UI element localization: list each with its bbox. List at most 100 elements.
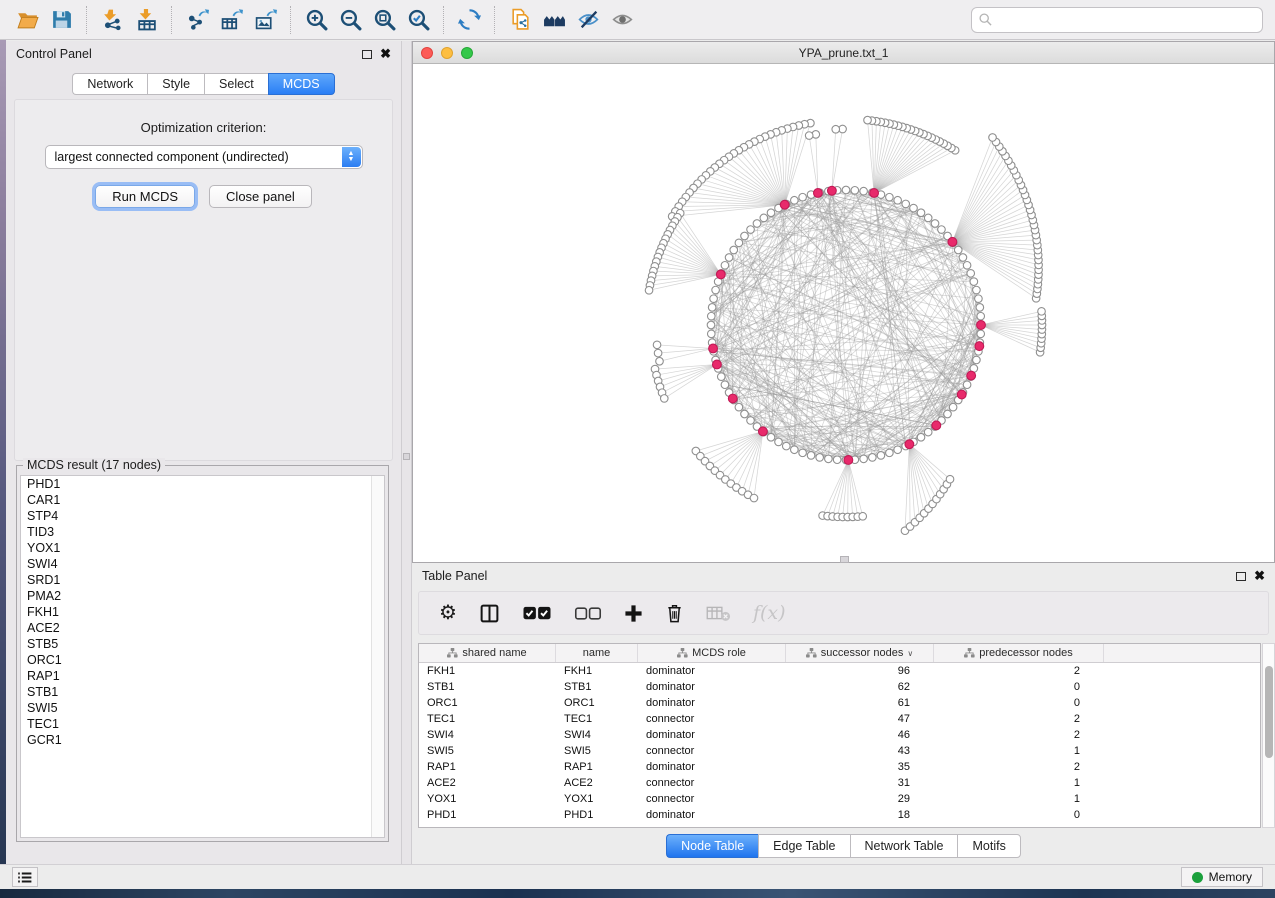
table-cell: 61 xyxy=(786,695,934,711)
table-row[interactable]: RAP1RAP1dominator352 xyxy=(419,759,1260,775)
table-row[interactable]: STB1STB1dominator620 xyxy=(419,679,1260,695)
tab-network-table[interactable]: Network Table xyxy=(850,834,958,858)
tab-select[interactable]: Select xyxy=(204,73,268,95)
mcds-result-item[interactable]: STB1 xyxy=(21,684,384,700)
main-toolbar xyxy=(0,0,1275,40)
clear-row-selection-button[interactable] xyxy=(574,605,602,622)
table-row[interactable]: ORC1ORC1dominator610 xyxy=(419,695,1260,711)
column-header-successor-nodes[interactable]: successor nodes∨ xyxy=(786,644,934,662)
mcds-result-item[interactable]: CAR1 xyxy=(21,492,384,508)
add-column-button[interactable] xyxy=(624,604,643,623)
close-table-panel-icon[interactable]: ✖ xyxy=(1254,571,1265,581)
delete-column-button[interactable] xyxy=(665,603,684,624)
mcds-result-item[interactable]: SWI5 xyxy=(21,700,384,716)
toolbar-separator xyxy=(494,6,495,34)
column-header-name[interactable]: name xyxy=(556,644,638,662)
open-file-button[interactable] xyxy=(10,4,44,36)
mcds-result-item[interactable]: PHD1 xyxy=(21,476,384,492)
table-row[interactable]: YOX1YOX1connector291 xyxy=(419,791,1260,807)
search-box xyxy=(971,7,1263,33)
zoom-out-button[interactable] xyxy=(333,4,367,36)
mcds-result-item[interactable]: GCR1 xyxy=(21,732,384,748)
column-header-MCDS-role[interactable]: MCDS role xyxy=(638,644,786,662)
mcds-list-scrollbar[interactable] xyxy=(371,476,384,837)
horizontal-splitter-grip[interactable] xyxy=(840,556,849,563)
table-toolbar: ⚙f(x) xyxy=(418,591,1269,635)
panel-splitter[interactable] xyxy=(401,41,412,864)
toolbar-separator xyxy=(290,6,291,34)
export-image-button[interactable] xyxy=(248,4,282,36)
zoom-fit-button[interactable] xyxy=(367,4,401,36)
mcds-result-item[interactable]: ACE2 xyxy=(21,620,384,636)
tab-mcds[interactable]: MCDS xyxy=(268,73,335,95)
shared-attribute-icon xyxy=(447,648,458,658)
first-neighbors-button[interactable] xyxy=(537,4,571,36)
copy-network-button[interactable] xyxy=(503,4,537,36)
close-panel-icon[interactable]: ✖ xyxy=(380,49,391,59)
table-cell: dominator xyxy=(638,807,786,823)
export-network-button[interactable] xyxy=(180,4,214,36)
mcds-result-list[interactable]: PHD1CAR1STP4TID3YOX1SWI4SRD1PMA2FKH1ACE2… xyxy=(20,475,385,838)
tab-style[interactable]: Style xyxy=(147,73,204,95)
table-cell: 0 xyxy=(934,679,1104,695)
mcds-result-item[interactable]: PMA2 xyxy=(21,588,384,604)
mcds-result-item[interactable]: YOX1 xyxy=(21,540,384,556)
table-cell: SWI4 xyxy=(419,727,556,743)
zoom-in-button[interactable] xyxy=(299,4,333,36)
refresh-view-button[interactable] xyxy=(452,4,486,36)
zoom-selected-button[interactable] xyxy=(401,4,435,36)
mcds-result-item[interactable]: TID3 xyxy=(21,524,384,540)
export-table-button[interactable] xyxy=(214,4,248,36)
save-session-button[interactable] xyxy=(44,4,78,36)
show-all-button[interactable] xyxy=(605,4,639,36)
mcds-result-item[interactable]: STB5 xyxy=(21,636,384,652)
mcds-result-item[interactable]: STP4 xyxy=(21,508,384,524)
table-row[interactable]: TEC1TEC1connector472 xyxy=(419,711,1260,727)
refresh-view-icon xyxy=(458,8,481,31)
close-panel-button[interactable]: Close panel xyxy=(209,185,312,208)
tab-motifs[interactable]: Motifs xyxy=(957,834,1020,858)
memory-button[interactable]: Memory xyxy=(1181,867,1263,887)
splitter-grip-icon[interactable] xyxy=(403,453,410,460)
table-row[interactable]: PHD1PHD1dominator180 xyxy=(419,807,1260,823)
mcds-result-item[interactable]: RAP1 xyxy=(21,668,384,684)
table-options-button[interactable]: ⚙ xyxy=(439,603,457,623)
criterion-select[interactable]: largest connected component (undirected)… xyxy=(45,145,363,169)
table-cell: dominator xyxy=(638,727,786,743)
network-graph[interactable] xyxy=(413,64,1274,562)
column-header-shared-name[interactable]: shared name xyxy=(419,644,556,662)
mcds-result-item[interactable]: SWI4 xyxy=(21,556,384,572)
mcds-result-item[interactable]: SRD1 xyxy=(21,572,384,588)
column-label: name xyxy=(583,647,611,659)
select-all-rows-button[interactable] xyxy=(522,604,552,622)
task-history-button[interactable] xyxy=(12,867,38,887)
table-row[interactable]: ACE2ACE2connector311 xyxy=(419,775,1260,791)
zoom-selected-icon xyxy=(407,8,430,31)
network-canvas[interactable] xyxy=(413,64,1274,562)
table-scrollbar[interactable] xyxy=(1262,643,1275,828)
import-network-button[interactable] xyxy=(95,4,129,36)
tab-network[interactable]: Network xyxy=(72,73,147,95)
run-mcds-button[interactable]: Run MCDS xyxy=(95,185,195,208)
table-row[interactable]: SWI4SWI4dominator462 xyxy=(419,727,1260,743)
float-panel-icon[interactable] xyxy=(362,50,372,59)
float-table-panel-icon[interactable] xyxy=(1236,572,1246,581)
export-image-icon xyxy=(254,8,277,31)
network-titlebar[interactable]: YPA_prune.txt_1 xyxy=(413,42,1274,64)
table-cell: ORC1 xyxy=(419,695,556,711)
column-header-predecessor-nodes[interactable]: predecessor nodes xyxy=(934,644,1104,662)
hide-selected-button[interactable] xyxy=(571,4,605,36)
mcds-result-item[interactable]: FKH1 xyxy=(21,604,384,620)
show-columns-button[interactable] xyxy=(479,603,500,624)
tab-edge-table[interactable]: Edge Table xyxy=(758,834,849,858)
table-row[interactable]: FKH1FKH1dominator962 xyxy=(419,663,1260,679)
mcds-result-item[interactable]: ORC1 xyxy=(21,652,384,668)
table-row[interactable]: SWI5SWI5connector431 xyxy=(419,743,1260,759)
mcds-result-item[interactable]: TEC1 xyxy=(21,716,384,732)
import-table-button[interactable] xyxy=(129,4,163,36)
search-input[interactable] xyxy=(971,7,1263,33)
delete-table-icon xyxy=(706,604,731,622)
tab-node-table[interactable]: Node Table xyxy=(666,834,758,858)
table-scrollbar-thumb[interactable] xyxy=(1265,666,1273,758)
show-columns-icon xyxy=(479,603,500,624)
